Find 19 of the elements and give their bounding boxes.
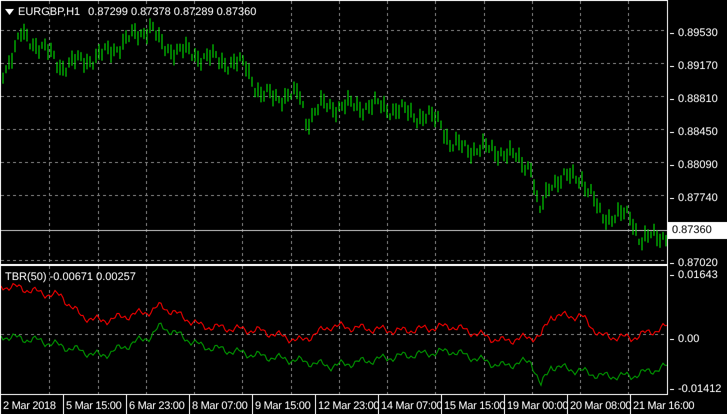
ohlc-values: 0.87299 0.87378 0.87289 0.87360 [88, 5, 256, 20]
time-axis-label: 8 Mar 07:00 [189, 395, 252, 414]
symbol-label: EURGBP,H1 [18, 5, 80, 20]
price-axis-label: 0.87740 [670, 190, 718, 206]
price-axis-label: 0.89170 [670, 58, 718, 74]
time-axis-label: 21 Mar 16:00 [630, 395, 693, 414]
price-axis-label: 0.88450 [670, 124, 718, 140]
price-axis-label: 0.89530 [670, 25, 718, 42]
dropdown-icon[interactable] [5, 9, 14, 16]
indicator-header: TBR(50) -0.00671 0.00257 [5, 270, 136, 285]
indicator-axis-label: -0.01412 [670, 381, 722, 398]
indicator-axis-label: 0.00 [670, 331, 700, 348]
price-axis-label: 0.88090 [670, 157, 718, 174]
price-axis-label: 0.88810 [670, 91, 718, 108]
time-axis-label: 5 Mar 15:00 [63, 395, 126, 414]
time-axis-label: 6 Mar 23:00 [126, 395, 189, 414]
time-axis-label: 2 Mar 2018 [0, 395, 63, 414]
time-axis-label: 9 Mar 15:00 [252, 395, 315, 414]
current-price-label: 0.87360 [668, 222, 727, 238]
